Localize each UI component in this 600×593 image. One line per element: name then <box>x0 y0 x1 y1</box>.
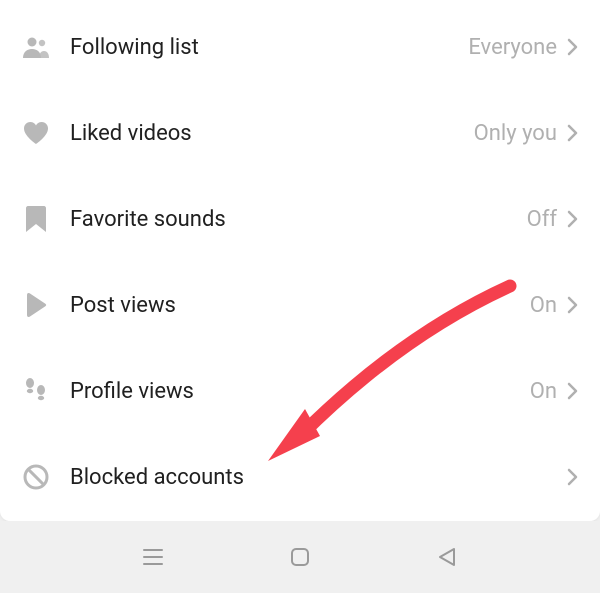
settings-row-following-list[interactable]: Following list Everyone <box>0 4 600 90</box>
nav-home-button[interactable] <box>280 537 320 577</box>
settings-row-post-views[interactable]: Post views On <box>0 262 600 348</box>
chevron-right-icon <box>567 296 578 314</box>
nav-back-button[interactable] <box>427 537 467 577</box>
nav-recent-button[interactable] <box>133 537 173 577</box>
settings-value: On <box>530 379 557 404</box>
chevron-right-icon <box>567 210 578 228</box>
settings-value: Only you <box>474 121 557 146</box>
settings-row-profile-views[interactable]: Profile views On <box>0 348 600 434</box>
chevron-right-icon <box>567 382 578 400</box>
ban-icon <box>22 463 50 491</box>
chevron-right-icon <box>567 38 578 56</box>
play-icon <box>22 291 50 319</box>
settings-row-favorite-sounds[interactable]: Favorite sounds Off <box>0 176 600 262</box>
settings-row-liked-videos[interactable]: Liked videos Only you <box>0 90 600 176</box>
heart-icon <box>22 119 50 147</box>
settings-label: Liked videos <box>70 121 474 146</box>
settings-label: Favorite sounds <box>70 207 527 232</box>
footsteps-icon <box>22 377 50 405</box>
settings-panel: Following list Everyone Liked videos Onl… <box>0 0 600 521</box>
chevron-right-icon <box>567 124 578 142</box>
settings-label: Post views <box>70 293 530 318</box>
settings-value: On <box>530 293 557 318</box>
settings-label: Profile views <box>70 379 530 404</box>
bookmark-icon <box>22 205 50 233</box>
settings-label: Following list <box>70 35 468 60</box>
system-nav-bar <box>0 521 600 593</box>
group-icon <box>22 33 50 61</box>
settings-label: Blocked accounts <box>70 465 557 490</box>
settings-value: Everyone <box>468 35 557 60</box>
settings-row-blocked-accounts[interactable]: Blocked accounts <box>0 434 600 520</box>
settings-value: Off <box>527 207 557 232</box>
chevron-right-icon <box>567 468 578 486</box>
